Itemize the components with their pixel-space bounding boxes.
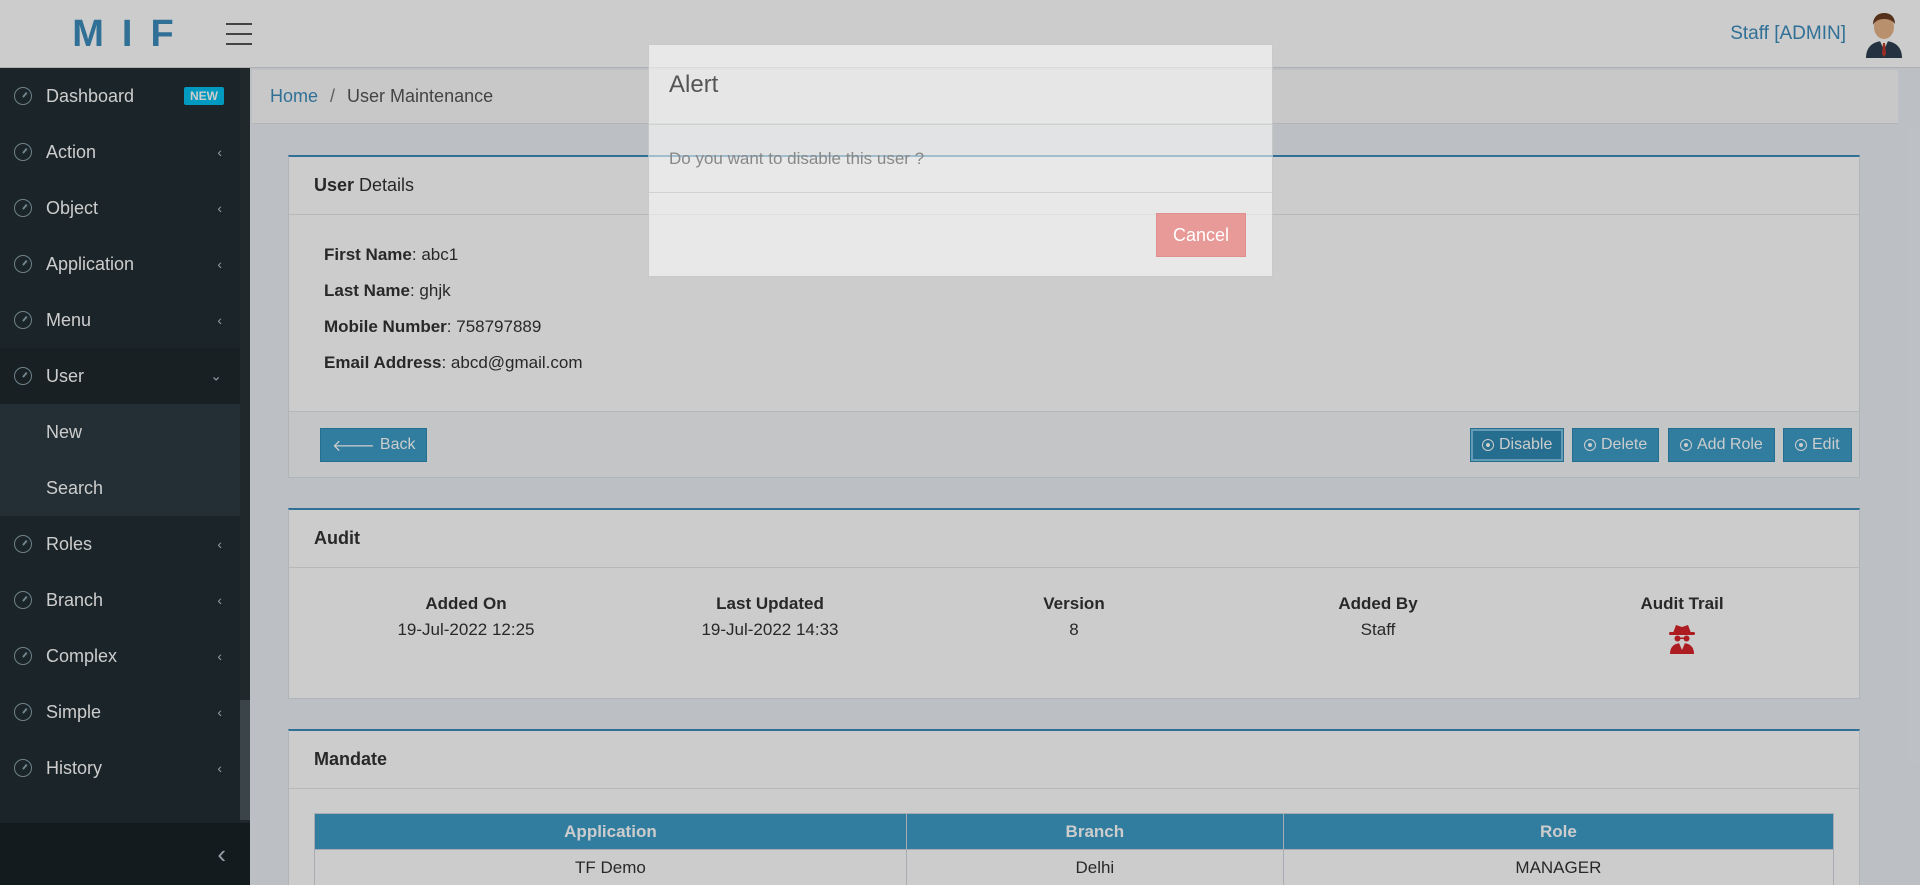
alert-title: Alert (649, 45, 1272, 125)
alert-footer: Cancel (649, 193, 1272, 277)
cancel-button[interactable]: Cancel (1155, 213, 1246, 257)
alert-dialog: Alert Do you want to disable this user ?… (648, 44, 1273, 277)
alert-message: Do you want to disable this user ? (649, 125, 1272, 193)
